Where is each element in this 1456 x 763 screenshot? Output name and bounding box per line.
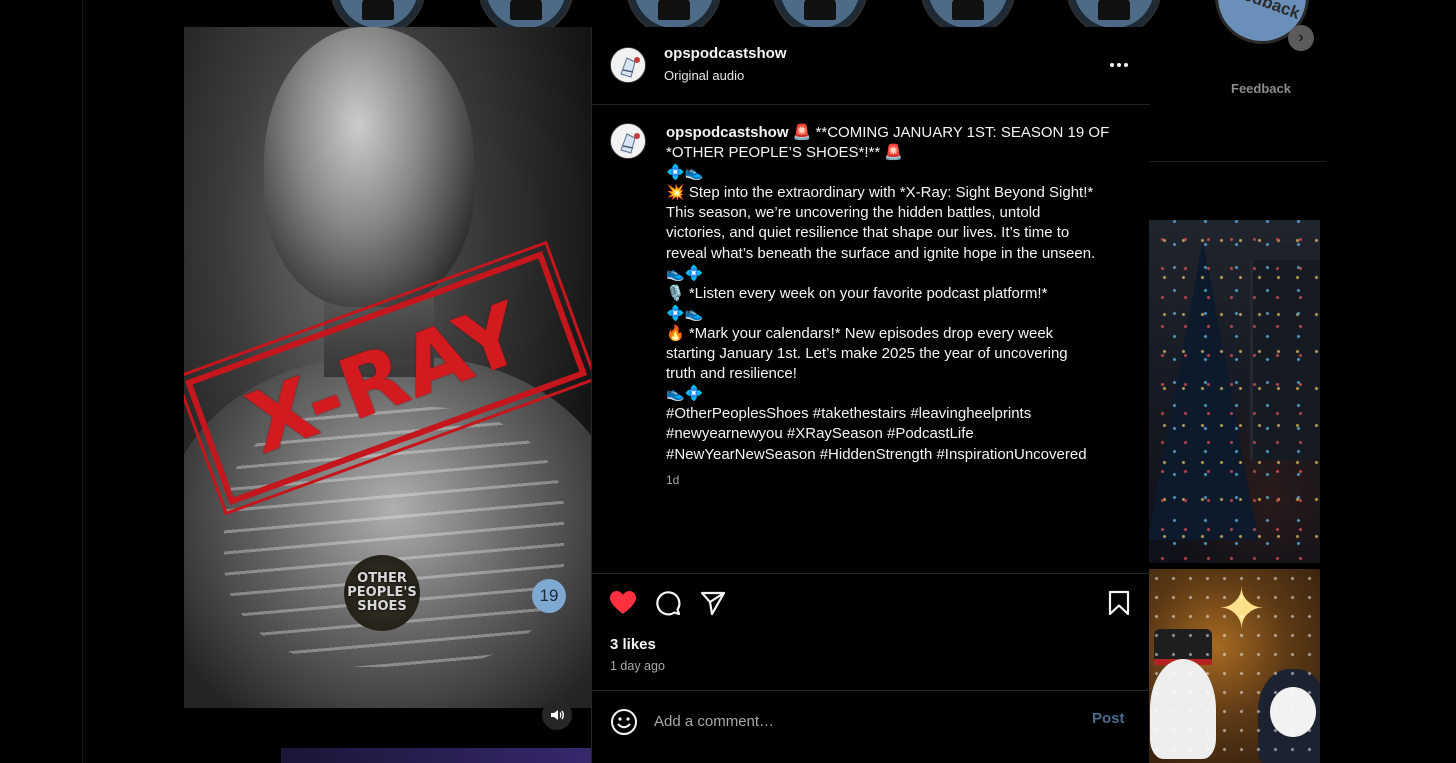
caption-hashtags[interactable]: #OtherPeoplesShoes #takethestairs #leavi… [666, 404, 1121, 424]
post-caption: opspodcastshow 🚨 **COMING JANUARY 1ST: S… [666, 123, 1121, 490]
caption-line: truth and resilience! [666, 365, 797, 383]
save-button[interactable] [1104, 588, 1134, 618]
caption-line: victories, and quiet resilience that sha… [666, 224, 1070, 242]
post-actions: 3 likes 1 day ago [592, 573, 1150, 690]
comment-composer: Post [592, 690, 1150, 763]
likes-count[interactable]: 3 likes [610, 636, 656, 653]
caption-line: 💥 Step into the extraordinary with *X-Ra… [666, 184, 1094, 202]
tree-lights-image [1148, 220, 1320, 563]
speaker-icon [551, 710, 564, 720]
caption-line: 👟💠 [666, 264, 704, 282]
caption-line: 🎙️ *Listen every week on your favorite p… [666, 284, 1048, 302]
share-button[interactable] [698, 588, 728, 618]
caption-timestamp[interactable]: 1d [666, 470, 1121, 490]
comment-input[interactable] [654, 708, 1074, 734]
profile-avatar-icon [611, 48, 645, 82]
avatar[interactable] [610, 47, 646, 83]
profile-avatar-icon [611, 124, 645, 158]
caption-line: 💠👟 [666, 164, 704, 182]
caption-hashtags[interactable]: #NewYearNewSeason #HiddenStrength #Inspi… [666, 445, 1121, 465]
feedback-circle-text: Feedback [1222, 0, 1303, 23]
caption-line: reveal what’s beneath the surface and ig… [666, 244, 1096, 262]
caption-line: starting January 1st. Let’s make 2025 th… [666, 345, 1068, 363]
more-dot-icon [1110, 63, 1114, 67]
caption-line: 💠👟 [666, 304, 704, 322]
post-date: 1 day ago [610, 659, 665, 673]
comment-button[interactable] [653, 588, 683, 618]
more-options-button[interactable] [1104, 53, 1134, 77]
grid-post-thumbnail[interactable] [1148, 220, 1320, 563]
page-left-border [82, 0, 83, 763]
caption-line: *OTHER PEOPLE’S SHOES*!** 🚨 [666, 144, 904, 162]
post-author-username[interactable]: opspodcastshow [664, 45, 787, 62]
emoji-icon [611, 709, 637, 735]
grid-post-thumbnail[interactable]: ✦ [1148, 569, 1320, 763]
post-header: opspodcastshow Original audio [592, 27, 1150, 105]
highlights-next-button[interactable]: › [1288, 25, 1314, 51]
bookmark-icon [1108, 590, 1130, 616]
snowflakes-image [1148, 569, 1320, 763]
more-dot-icon [1117, 63, 1121, 67]
audio-toggle-button[interactable] [542, 700, 572, 730]
podcast-logo-text: OTHER PEOPLE'S SHOES [347, 571, 417, 614]
caption-line: 🔥 *Mark your calendars!* New episodes dr… [666, 324, 1054, 342]
avatar[interactable] [610, 123, 646, 159]
audio-attribution-link[interactable]: Original audio [664, 68, 744, 83]
xray-head-image [264, 27, 474, 307]
caption-username[interactable]: opspodcastshow [666, 124, 789, 141]
grid-post-thumbnail[interactable] [281, 748, 624, 763]
chevron-right-icon: › [1298, 29, 1304, 46]
carousel-count-badge: 19 [532, 579, 566, 613]
caption-text: 🚨 **COMING JANUARY 1ST: SEASON 19 OF [792, 124, 1110, 141]
heart-filled-icon [610, 591, 636, 614]
caption-hashtags[interactable]: #newyearnewyou #XRaySeason #PodcastLife [666, 424, 1121, 444]
post-details-panel: opspodcastshow Original audio opspodcast… [591, 27, 1150, 763]
podcast-logo-badge: OTHER PEOPLE'S SHOES [344, 555, 420, 631]
profile-divider [1148, 161, 1326, 162]
emoji-picker-button[interactable] [610, 708, 638, 736]
like-button[interactable] [608, 588, 638, 618]
post-media-video[interactable]: X-RAY OTHER PEOPLE'S SHOES 19 [184, 27, 591, 708]
post-comment-button[interactable]: Post [1092, 710, 1125, 727]
more-dot-icon [1124, 63, 1128, 67]
caption-line: 👟💠 [666, 385, 704, 403]
caption-line: opspodcastshow 🚨 **COMING JANUARY 1ST: S… [666, 123, 1121, 143]
comment-icon [656, 591, 681, 616]
feedback-highlight-label: Feedback [1231, 81, 1291, 96]
send-icon [700, 591, 726, 616]
caption-line: This season, we’re uncovering the hidden… [666, 204, 1041, 222]
